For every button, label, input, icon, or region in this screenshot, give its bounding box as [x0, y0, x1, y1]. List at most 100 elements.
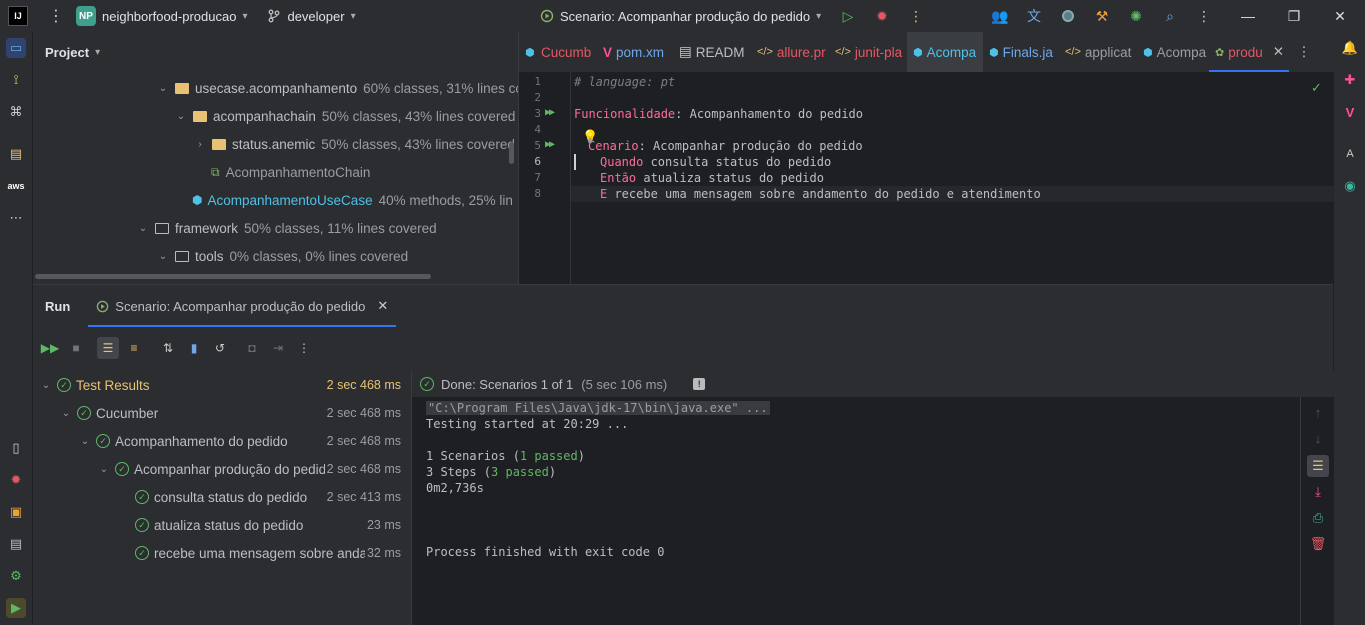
- tabs-more-icon[interactable]: ⋮: [1289, 32, 1319, 72]
- tree-item[interactable]: ⌄ framework 50% classes, 11% lines cover…: [135, 214, 437, 242]
- gherkin-keyword: Quando: [600, 155, 644, 169]
- run-gutter-icon[interactable]: ▶▶: [545, 107, 555, 118]
- test-node[interactable]: ⌄ ✓ Acompanhar produção do pedido 2 sec 4…: [97, 455, 411, 483]
- scroll-to-end-icon[interactable]: ⤓: [1307, 481, 1329, 503]
- maximize-button[interactable]: ❐: [1271, 0, 1317, 32]
- close-tab-icon[interactable]: ✕: [377, 298, 388, 314]
- chevron-down-icon[interactable]: ⌄: [78, 436, 92, 447]
- more-actions-icon[interactable]: ⋮: [908, 8, 924, 24]
- inspection-ok-icon[interactable]: ✓: [1311, 80, 1322, 96]
- plugin-icon[interactable]: ✺: [1128, 8, 1144, 24]
- test-duration: 2 sec 413 ms: [326, 490, 401, 504]
- debug-icon[interactable]: ✹: [874, 8, 890, 24]
- settings-sync-icon[interactable]: ⚙: [6, 566, 26, 586]
- test-node[interactable]: ⌄ ✓ Acompanhamento do pedido 2 sec 468 ms: [78, 427, 411, 455]
- project-tool-icon[interactable]: ▭: [6, 38, 26, 58]
- show-passed-icon[interactable]: ☰: [97, 337, 119, 359]
- debug-tool-icon[interactable]: ✹: [6, 470, 26, 490]
- editor-tab[interactable]: ⬢ Acompa: [907, 32, 983, 72]
- jetbrains-ai-icon[interactable]: ✚: [1340, 70, 1360, 90]
- run-gutter-icon[interactable]: ▶▶: [545, 139, 555, 150]
- test-node[interactable]: ⌄ ✓ Cucumber 2 sec 468 ms: [59, 399, 411, 427]
- tree-item[interactable]: › status.anemic 50% classes, 43% lines c…: [192, 130, 515, 158]
- services-tool-icon[interactable]: ▣: [6, 502, 26, 522]
- commit-tool-icon[interactable]: ⟟: [6, 70, 26, 90]
- build-tools-icon[interactable]: ⚒: [1094, 8, 1110, 24]
- test-node[interactable]: ✓ recebe uma mensagem sobre andamento do…: [131, 539, 411, 567]
- console-command[interactable]: "C:\Program Files\Java\jdk-17\bin\java.e…: [426, 401, 770, 415]
- coverage-tool-icon[interactable]: ◉: [1340, 176, 1360, 196]
- documentation-tool-icon[interactable]: A: [1340, 144, 1360, 164]
- editor-tab[interactable]: ⬢ Finals.ja: [983, 32, 1059, 72]
- sort-icon[interactable]: ⇅: [157, 337, 179, 359]
- close-window-button[interactable]: ✕: [1317, 0, 1363, 32]
- scroll-down-icon[interactable]: ↓: [1307, 427, 1329, 449]
- aws-tool-icon[interactable]: aws: [6, 176, 26, 196]
- project-panel-header[interactable]: Project ▾: [33, 32, 518, 72]
- minimize-button[interactable]: —: [1225, 0, 1271, 32]
- tree-item[interactable]: ⌄ acompanhachain 50% classes, 43% lines …: [173, 102, 516, 130]
- more-tools-icon[interactable]: ⋯: [6, 208, 26, 228]
- tree-item[interactable]: ⌄ tools 0% classes, 0% lines covered: [155, 242, 408, 270]
- editor-tab-active[interactable]: ✿ produ ✕: [1209, 32, 1289, 72]
- branch-selector[interactable]: developer ▾: [267, 9, 356, 24]
- chevron-down-icon[interactable]: ⌄: [155, 251, 171, 262]
- notifications-icon[interactable]: 🔔: [1340, 38, 1360, 58]
- clear-console-icon[interactable]: 🗑: [1307, 533, 1329, 555]
- translate-icon[interactable]: 文: [1026, 8, 1042, 24]
- export-icon[interactable]: ⇥: [267, 337, 289, 359]
- soft-wrap-icon[interactable]: ☰: [1307, 455, 1329, 477]
- horizontal-scrollbar[interactable]: [35, 274, 431, 279]
- run-config-selector[interactable]: Scenario: Acompanhar produção do pedido …: [540, 0, 821, 32]
- code-with-me-icon[interactable]: 👥: [991, 8, 1008, 24]
- history-icon[interactable]: ↺: [209, 337, 231, 359]
- main-menu-icon[interactable]: ⋮: [48, 6, 64, 26]
- warning-icon[interactable]: !: [693, 378, 706, 390]
- show-ignored-icon[interactable]: ≡: [123, 337, 145, 359]
- close-tab-icon[interactable]: ✕: [1273, 44, 1284, 60]
- chevron-right-icon[interactable]: ›: [192, 139, 208, 150]
- rerun-icon[interactable]: ▶▶: [39, 337, 61, 359]
- ai-assistant-icon[interactable]: [1060, 8, 1076, 24]
- editor-tab[interactable]: </> junit-pla: [829, 32, 907, 72]
- chevron-down-icon[interactable]: ⌄: [155, 83, 171, 94]
- gherkin-keyword: Funcionalidade: [574, 107, 676, 121]
- database-tool-icon[interactable]: ▤: [6, 534, 26, 554]
- stop-icon[interactable]: ■: [65, 337, 87, 359]
- tree-item[interactable]: ⧉ AcompanhamentoChain: [211, 158, 370, 186]
- editor-tab[interactable]: ⬢ Cucumb: [519, 32, 597, 72]
- chevron-down-icon[interactable]: ⌄: [135, 223, 151, 234]
- test-node-root[interactable]: ⌄ ✓ Test Results 2 sec 468 ms: [39, 371, 411, 399]
- tree-item-label: AcompanhamentoUseCase: [207, 192, 373, 208]
- bookmarks-tool-icon[interactable]: ▤: [6, 144, 26, 164]
- editor-tab[interactable]: </> allure.pr: [751, 32, 829, 72]
- scroll-up-icon[interactable]: ↑: [1307, 401, 1329, 423]
- editor-tab[interactable]: ⬢ Acompa: [1137, 32, 1209, 72]
- screenshot-icon[interactable]: ◘: [241, 337, 263, 359]
- editor-tab[interactable]: ▤ READM: [673, 32, 751, 72]
- run-icon[interactable]: ▷: [840, 8, 856, 24]
- tree-item[interactable]: ⌄ usecase.acompanhamento 60% classes, 31…: [155, 74, 518, 102]
- tree-item[interactable]: ⬢ AcompanhamentoUseCase 40% methods, 25%…: [192, 186, 513, 214]
- structure-tool-icon[interactable]: ⌘: [6, 102, 26, 122]
- vertical-scrollbar[interactable]: [509, 142, 514, 164]
- maven-tool-icon[interactable]: V: [1340, 102, 1360, 122]
- run-tool-icon[interactable]: ▶: [6, 598, 26, 618]
- editor-tab[interactable]: </> applicat: [1059, 32, 1137, 72]
- editor-tab[interactable]: Vpom.xm: [597, 32, 673, 72]
- search-icon[interactable]: ⌕: [1162, 8, 1178, 24]
- chevron-down-icon[interactable]: ⌄: [39, 380, 53, 391]
- chevron-down-icon[interactable]: ⌄: [173, 111, 189, 122]
- project-selector[interactable]: NP neighborfood-producao ▾: [76, 6, 247, 26]
- terminal-tool-icon[interactable]: ▯: [6, 438, 26, 458]
- more-options-icon[interactable]: ⋮: [293, 337, 315, 359]
- test-node[interactable]: ✓ consulta status do pedido 2 sec 413 ms: [131, 483, 411, 511]
- print-icon[interactable]: ⎙: [1307, 507, 1329, 529]
- chevron-down-icon[interactable]: ⌄: [59, 408, 73, 419]
- chevron-down-icon[interactable]: ⌄: [97, 464, 111, 475]
- import-tests-icon[interactable]: ▮: [183, 337, 205, 359]
- intellij-logo-icon: IJ: [8, 6, 28, 26]
- settings-more-icon[interactable]: ⋮: [1196, 8, 1212, 24]
- run-session-tab[interactable]: Scenario: Acompanhar produção do pedido …: [88, 285, 397, 327]
- test-node[interactable]: ✓ atualiza status do pedido 23 ms: [131, 511, 411, 539]
